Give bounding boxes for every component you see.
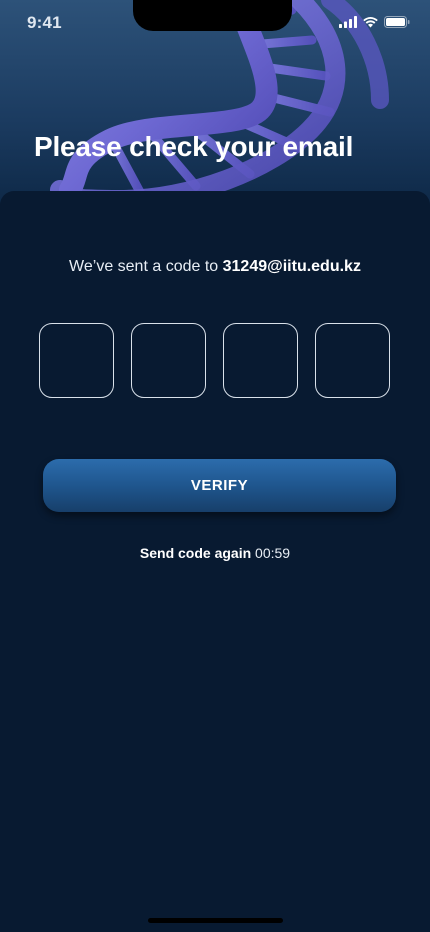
battery-icon	[384, 16, 410, 28]
cellular-signal-icon	[339, 16, 357, 28]
status-icons	[339, 16, 410, 28]
code-digit-input-2[interactable]	[131, 323, 206, 398]
code-digit-input-1[interactable]	[39, 323, 114, 398]
verify-button-label: VERIFY	[190, 477, 249, 494]
wifi-icon	[363, 17, 378, 28]
resend-row: Send code again 00:59	[0, 545, 430, 561]
send-code-again-link[interactable]: Send code again	[140, 545, 251, 561]
home-indicator	[148, 918, 283, 923]
resend-timer: 00:59	[255, 545, 291, 561]
verify-button[interactable]: VERIFY	[43, 459, 396, 512]
device-notch	[133, 0, 292, 31]
code-sent-message: We’ve sent a code to 31249@iitu.edu.kz	[0, 258, 430, 276]
status-time: 9:41	[27, 13, 62, 32]
email-address: 31249@iitu.edu.kz	[222, 258, 361, 275]
code-sent-prefix: We’ve sent a code to	[69, 258, 219, 275]
page-title: Please check your email	[34, 131, 354, 162]
code-digit-input-4[interactable]	[315, 323, 390, 398]
code-digit-input-3[interactable]	[223, 323, 298, 398]
verification-card: We’ve sent a code to 31249@iitu.edu.kz V…	[0, 191, 430, 932]
verification-screen: 9:41 Please check your email We’ve sent …	[0, 0, 430, 932]
